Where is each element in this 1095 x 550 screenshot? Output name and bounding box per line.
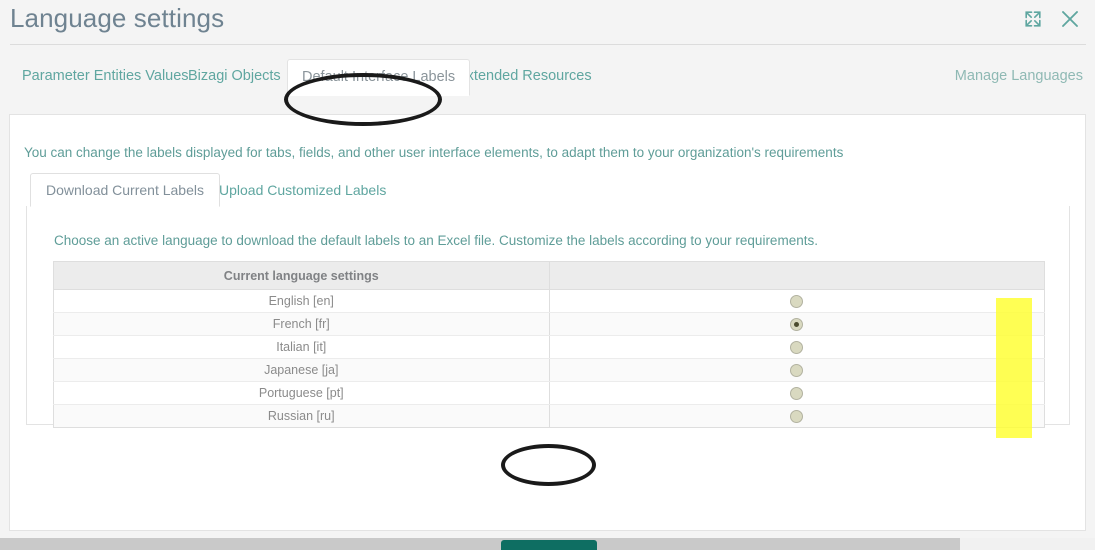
table-row[interactable]: Japanese [ja] (53, 358, 1045, 382)
language-radio-cell[interactable] (548, 335, 1045, 359)
main-tab-bar: Parameter Entities Values Bizagi Objects… (0, 52, 1095, 115)
panel-description: You can change the labels displayed for … (24, 145, 844, 160)
table-body: English [en] French [fr] Italian [it] Ja… (53, 289, 1045, 428)
close-icon[interactable] (1059, 8, 1081, 35)
radio-french-fr[interactable] (790, 318, 804, 332)
language-radio-cell[interactable] (548, 358, 1045, 382)
sub-tab-bar: Download Current Labels Upload Customize… (26, 173, 1070, 207)
language-radio-cell[interactable] (548, 381, 1045, 405)
language-label: English [en] (53, 289, 549, 313)
tab-default-interface-labels[interactable]: Default Interface Labels (287, 59, 471, 96)
column-header-current-language-settings: Current language settings (53, 261, 550, 290)
radio-russian-ru[interactable] (790, 410, 804, 424)
choose-language-instruction: Choose an active language to download th… (54, 233, 818, 248)
page-title: Language settings (10, 3, 225, 33)
subtab-download-current-labels[interactable]: Download Current Labels (30, 173, 220, 207)
tab-extended-resources[interactable]: Extended Resources (457, 68, 592, 84)
radio-italian-it[interactable] (790, 341, 804, 355)
table-row[interactable]: English [en] (53, 289, 1045, 313)
table-head: Current language settings (53, 261, 1045, 290)
radio-portuguese-pt[interactable] (790, 387, 804, 401)
tab-parameter-entities-values[interactable]: Parameter Entities Values (22, 68, 189, 84)
language-radio-cell[interactable] (548, 312, 1045, 336)
language-settings-window: Language settings Parameter Entities Val… (0, 0, 1095, 550)
tab-bizagi-objects[interactable]: Bizagi Objects (188, 68, 281, 84)
table-row[interactable]: French [fr] (53, 312, 1045, 336)
title-divider (10, 44, 1086, 45)
language-label: Portuguese [pt] (53, 381, 549, 405)
language-radio-cell[interactable] (548, 289, 1045, 313)
table-row[interactable]: Russian [ru] (53, 404, 1045, 428)
language-label: Russian [ru] (53, 404, 549, 428)
language-label: Japanese [ja] (53, 358, 549, 382)
table-header-row: Current language settings (53, 261, 1045, 290)
column-header-select (549, 261, 1045, 290)
radio-japanese-ja[interactable] (790, 364, 804, 378)
language-label: Italian [it] (53, 335, 549, 359)
download-labels-pane: Choose an active language to download th… (26, 206, 1070, 550)
table-row[interactable]: Italian [it] (53, 335, 1045, 359)
manage-languages-link[interactable]: Manage Languages (955, 68, 1083, 84)
subtab-upload-customized-labels[interactable]: Upload Customized Labels (204, 174, 401, 206)
language-settings-table: Current language settings English [en] F… (53, 261, 1045, 428)
download-button[interactable]: Download (500, 540, 598, 550)
language-label: French [fr] (53, 312, 549, 336)
radio-english-en[interactable] (790, 295, 804, 309)
window-title-bar: Language settings (0, 0, 1095, 45)
content-panel: You can change the labels displayed for … (9, 114, 1086, 550)
table-row[interactable]: Portuguese [pt] (53, 381, 1045, 405)
download-button-container: Download (27, 540, 1071, 550)
language-radio-cell[interactable] (548, 404, 1045, 428)
maximize-icon[interactable] (1023, 9, 1043, 34)
window-controls (1023, 8, 1081, 35)
